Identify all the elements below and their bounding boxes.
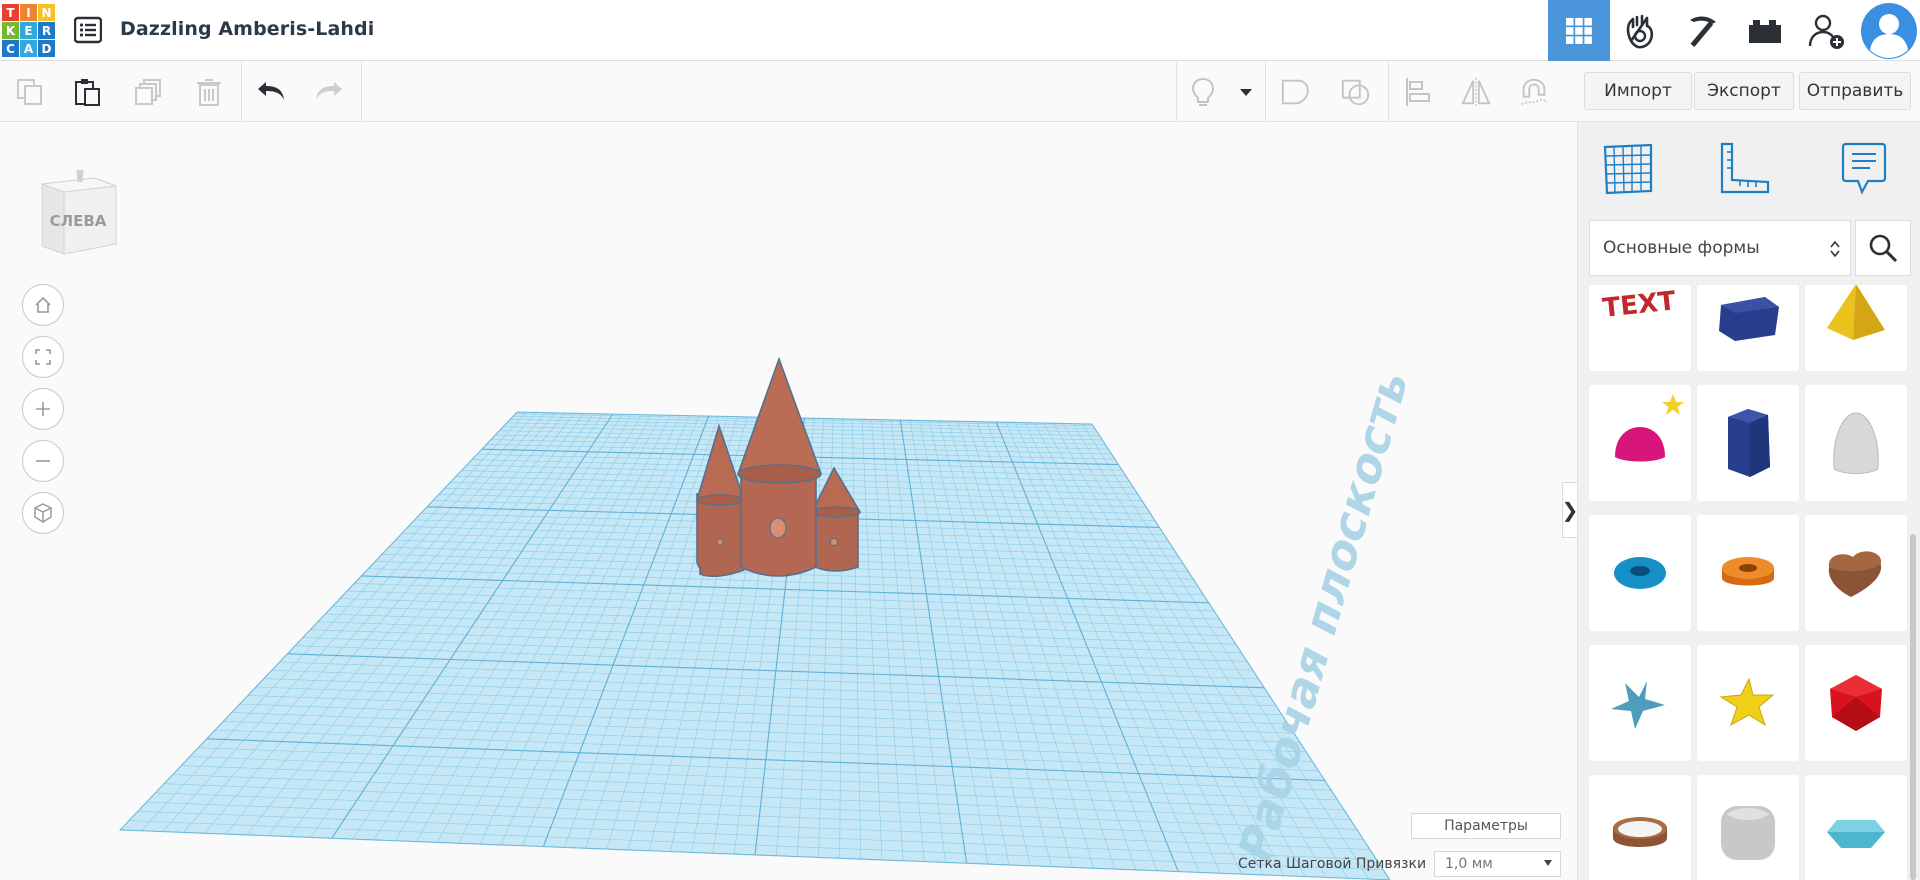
tube-shape[interactable] <box>1697 515 1799 631</box>
icosahedron-shape[interactable] <box>1805 645 1907 761</box>
notes-icon[interactable] <box>1834 138 1894 198</box>
app-switcher <box>1548 0 1920 61</box>
snap-grid-label: Сетка Шаговой Привязки <box>1238 856 1427 872</box>
logo-letter: R <box>38 22 55 39</box>
invite-user-icon[interactable] <box>1796 0 1858 61</box>
box-navy-shape[interactable] <box>1697 285 1799 371</box>
fit-view-icon[interactable] <box>22 336 64 378</box>
logo-letter: I <box>20 4 37 21</box>
view-cube[interactable]: СЛЕВА <box>34 160 120 260</box>
toolbar-separator <box>1388 62 1389 122</box>
toolbar-separator <box>1176 62 1177 122</box>
settings-button[interactable]: Параметры <box>1411 813 1561 839</box>
duplicate-icon[interactable] <box>133 76 165 108</box>
shape-library: TEXT <box>1589 285 1911 880</box>
workplane-grid[interactable]: Рабочая плоскость <box>0 122 1575 880</box>
rounded-cube-shape[interactable] <box>1697 775 1799 880</box>
view-cube-label: СЛЕВА <box>50 212 107 230</box>
home-view-icon[interactable] <box>22 284 64 326</box>
logo-letter: E <box>20 22 37 39</box>
align-icon[interactable] <box>1402 76 1434 108</box>
toolbar-separator <box>241 62 242 122</box>
star-yellow-shape[interactable] <box>1697 645 1799 761</box>
export-button[interactable]: Экспорт <box>1694 72 1794 110</box>
workplane-viewport[interactable]: Рабочая плоскость СЛЕВА Параметры Сетка … <box>0 122 1575 880</box>
logo-letter: N <box>38 4 55 21</box>
logo-letter: D <box>38 40 55 57</box>
codeblocks-pickaxe-icon[interactable] <box>1672 0 1734 61</box>
heart-shape[interactable] <box>1805 515 1907 631</box>
light-bulb-icon[interactable] <box>1187 76 1219 108</box>
shape-library-scrollbar[interactable] <box>1910 534 1916 880</box>
paraboloid-shape[interactable] <box>1805 385 1907 501</box>
text-shape-label: TEXT <box>1601 286 1677 324</box>
group-icon[interactable] <box>1280 76 1312 108</box>
ring-shape[interactable] <box>1589 775 1691 880</box>
shapes-panel: Основные формы TEXT <box>1577 122 1920 880</box>
3d-design-view-icon[interactable] <box>1548 0 1610 61</box>
collapse-panel-icon[interactable]: ❯ <box>1562 482 1578 538</box>
design-list-icon[interactable] <box>73 16 103 44</box>
shape-category-select[interactable]: Основные формы <box>1589 220 1851 276</box>
pyramid-shape[interactable] <box>1805 285 1907 371</box>
tinkercad-logo[interactable]: TIN KER CAD <box>2 4 56 58</box>
zoom-out-icon[interactable] <box>22 440 64 482</box>
snap-grid-value: 1,0 мм <box>1445 856 1493 872</box>
gem-shape[interactable] <box>1805 775 1907 880</box>
file-actions: Импорт Экспорт Отправить <box>1575 62 1920 122</box>
bricks-icon[interactable] <box>1734 0 1796 61</box>
half-sphere-shape[interactable] <box>1589 385 1691 501</box>
cruise-magnet-icon[interactable] <box>1518 76 1550 108</box>
copy-icon[interactable] <box>14 76 46 108</box>
text-shape[interactable]: TEXT <box>1589 285 1691 371</box>
shape-category-value: Основные формы <box>1603 238 1760 258</box>
torus-shape[interactable] <box>1589 515 1691 631</box>
zoom-in-icon[interactable] <box>22 388 64 430</box>
send-button[interactable]: Отправить <box>1799 72 1911 110</box>
dropdown-arrow-icon[interactable] <box>1232 76 1260 108</box>
paste-icon[interactable] <box>72 76 104 108</box>
hexagonal-prism-shape[interactable] <box>1697 385 1799 501</box>
workplane-icon[interactable] <box>1598 138 1658 198</box>
logo-letter: T <box>2 4 19 21</box>
ungroup-icon[interactable] <box>1340 76 1372 108</box>
snap-grid-select[interactable]: 1,0 мм <box>1434 851 1561 877</box>
chevron-down-icon <box>1544 860 1552 866</box>
star-teal-shape[interactable] <box>1589 645 1691 761</box>
perspective-icon[interactable] <box>22 492 64 534</box>
logo-letter: A <box>20 40 37 57</box>
top-bar: TIN KER CAD Dazzling Amberis-Lahdi <box>0 0 1920 61</box>
updown-arrows-icon <box>1830 240 1840 258</box>
logo-letter: K <box>2 22 19 39</box>
user-avatar-icon[interactable] <box>1858 0 1920 61</box>
toolbar-separator <box>361 62 362 122</box>
design-title[interactable]: Dazzling Amberis-Lahdi <box>120 18 374 40</box>
circuits-icon[interactable] <box>1610 0 1672 61</box>
toolbar-separator <box>1265 62 1266 122</box>
ruler-icon[interactable] <box>1714 138 1774 198</box>
mirror-icon[interactable] <box>1460 76 1492 108</box>
redo-icon[interactable] <box>313 76 345 108</box>
logo-letter: C <box>2 40 19 57</box>
edit-toolbar <box>0 62 1575 122</box>
favorite-star-icon <box>1662 394 1684 415</box>
import-button[interactable]: Импорт <box>1584 72 1692 110</box>
delete-icon[interactable] <box>193 76 225 108</box>
search-icon[interactable] <box>1855 220 1911 276</box>
undo-icon[interactable] <box>255 76 287 108</box>
